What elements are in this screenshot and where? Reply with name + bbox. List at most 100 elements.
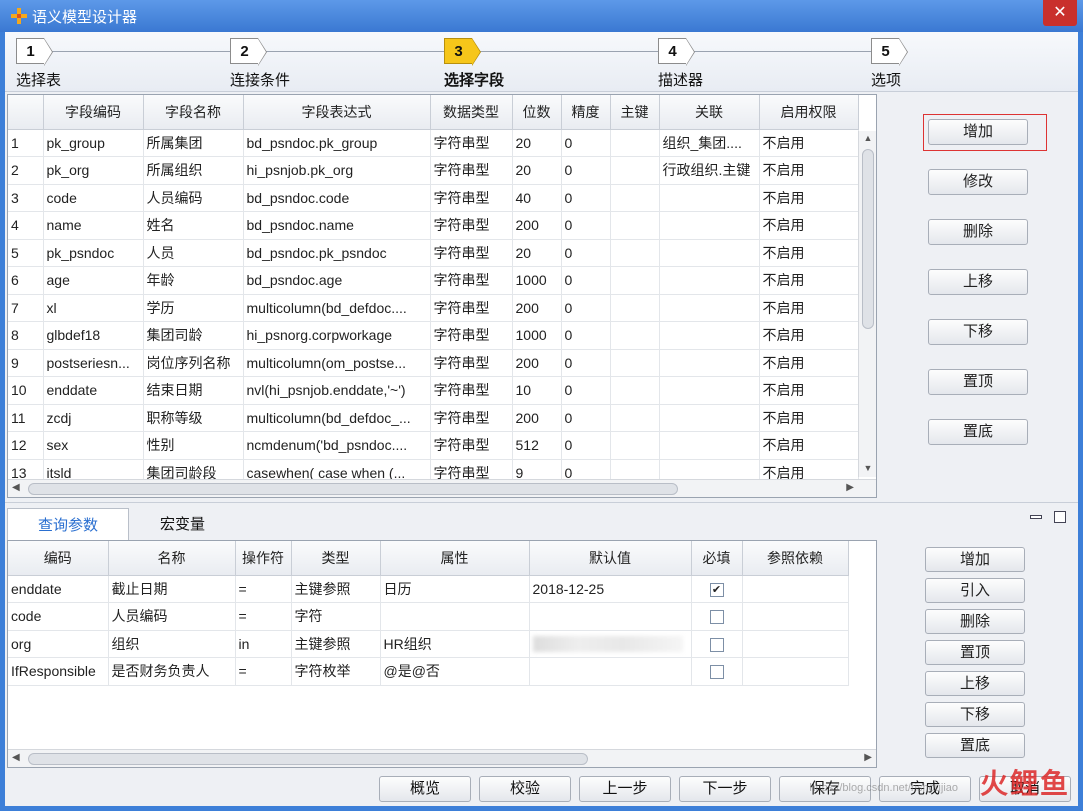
scroll-up-icon[interactable]: ▲ — [862, 133, 874, 145]
param-cell-dependency[interactable] — [742, 602, 849, 631]
table-cell[interactable]: bd_psndoc.code — [243, 184, 431, 212]
table-cell[interactable]: 所属组织 — [143, 156, 244, 185]
table-cell[interactable]: 11 — [8, 404, 44, 432]
table-cell[interactable]: 字符串型 — [430, 129, 513, 157]
table-row[interactable]: 9 postseriesn... 岗位序列名称 multicolumn(om_post… — [8, 349, 859, 377]
column-header[interactable]: 类型 — [291, 541, 381, 576]
param-cell-dependency[interactable] — [742, 657, 849, 686]
minimize-icon[interactable] — [1030, 515, 1042, 519]
table-cell[interactable]: hi_psnorg.corpworkage — [243, 321, 431, 350]
column-header[interactable]: 参照依赖 — [742, 541, 849, 576]
scroll-right-icon[interactable]: ▶ — [846, 482, 854, 493]
column-header[interactable]: 属性 — [380, 541, 530, 576]
params-horizontal-scrollbar[interactable]: ◀ ▶ — [8, 749, 876, 767]
table-cell[interactable] — [610, 239, 660, 267]
table-row[interactable]: 6 age 年龄 bd_psndoc.age 字符串型 1000 0 不启用 — [8, 266, 859, 295]
table-cell[interactable]: 不启用 — [759, 349, 859, 377]
step-1[interactable]: 1 选择表 — [16, 38, 61, 89]
param-up-button[interactable]: 上移 — [925, 671, 1025, 696]
table-cell[interactable]: pk_psndoc — [43, 239, 144, 267]
table-cell[interactable]: 不启用 — [759, 239, 859, 267]
column-header[interactable]: 精度 — [561, 95, 611, 130]
table-cell[interactable]: hi_psnjob.pk_org — [243, 156, 431, 185]
required-checkbox[interactable]: ✔ — [709, 582, 724, 597]
table-cell[interactable]: 4 — [8, 211, 44, 240]
table-row[interactable]: 12 sex 性别 ncmdenum('bd_psndoc.... 字符串型 512 0 不启… — [8, 431, 859, 460]
table-cell[interactable]: 集团司龄 — [143, 321, 244, 350]
table-cell[interactable]: 不启用 — [759, 156, 859, 185]
table-cell[interactable]: 字符串型 — [430, 239, 513, 267]
table-cell[interactable]: bd_psndoc.name — [243, 211, 431, 240]
table-cell[interactable]: postseriesn... — [43, 349, 144, 377]
table-cell[interactable]: 20 — [512, 239, 562, 267]
column-header[interactable] — [8, 95, 44, 130]
column-header[interactable]: 编码 — [8, 541, 109, 576]
table-cell[interactable] — [659, 239, 760, 267]
scroll-right-icon[interactable]: ▶ — [864, 752, 872, 763]
table-cell[interactable]: 5 — [8, 239, 44, 267]
param-cell-type[interactable]: 字符枚举 — [291, 657, 381, 686]
table-row[interactable]: 1 pk_group 所属集团 bd_psndoc.pk_group 字符串型 20 0 组织… — [8, 129, 859, 157]
table-cell[interactable]: 字符串型 — [430, 156, 513, 185]
delete-field-button[interactable]: 删除 — [928, 219, 1028, 245]
table-cell[interactable]: enddate — [43, 376, 144, 405]
table-cell[interactable]: xl — [43, 294, 144, 322]
param-bottom-button[interactable]: 置底 — [925, 733, 1025, 758]
param-cell-dependency[interactable] — [742, 630, 849, 658]
table-cell[interactable]: bd_psndoc.age — [243, 266, 431, 295]
table-cell[interactable]: multicolumn(bd_defdoc_... — [243, 404, 431, 432]
table-cell[interactable] — [610, 321, 660, 350]
table-cell[interactable] — [659, 349, 760, 377]
table-cell[interactable]: 不启用 — [759, 129, 859, 157]
table-cell[interactable]: pk_group — [43, 129, 144, 157]
table-cell[interactable]: 所属集团 — [143, 129, 244, 157]
table-row[interactable]: 5 pk_psndoc 人员 bd_psndoc.pk_psndoc 字符串型 20 0 不启… — [8, 239, 859, 267]
scroll-thumb[interactable] — [862, 149, 874, 329]
table-cell[interactable]: 字符串型 — [430, 376, 513, 405]
edit-field-button[interactable]: 修改 — [928, 169, 1028, 195]
param-cell-op[interactable]: = — [235, 657, 292, 686]
table-cell[interactable]: age — [43, 266, 144, 295]
table-cell[interactable]: 不启用 — [759, 376, 859, 405]
table-cell[interactable]: 年龄 — [143, 266, 244, 295]
param-down-button[interactable]: 下移 — [925, 702, 1025, 727]
table-cell[interactable]: code — [43, 184, 144, 212]
add-param-button[interactable]: 增加 — [925, 547, 1025, 572]
table-cell[interactable]: 20 — [512, 129, 562, 157]
table-row[interactable]: 2 pk_org 所属组织 hi_psnjob.pk_org 字符串型 20 0 行政组织.主… — [8, 156, 859, 185]
table-cell[interactable]: 结束日期 — [143, 376, 244, 405]
table-cell[interactable]: 不启用 — [759, 184, 859, 212]
table-cell[interactable] — [659, 294, 760, 322]
validate-button[interactable]: 校验 — [479, 776, 571, 802]
restore-icon[interactable] — [1054, 511, 1066, 523]
delete-param-button[interactable]: 删除 — [925, 609, 1025, 634]
step-4[interactable]: 4 描述器 — [658, 38, 703, 89]
step-5[interactable]: 5 选项 — [871, 38, 908, 89]
table-row[interactable]: 7 xl 学历 multicolumn(bd_defdoc.... 字符串型 200 0 不启… — [8, 294, 859, 322]
param-cell-name[interactable]: 人员编码 — [108, 602, 236, 631]
table-cell[interactable] — [610, 184, 660, 212]
table-cell[interactable]: 20 — [512, 156, 562, 185]
table-row[interactable]: 8 glbdef18 集团司龄 hi_psnorg.corpworkage 字符串型 10… — [8, 321, 859, 350]
table-cell[interactable]: 不启用 — [759, 404, 859, 432]
table-cell[interactable]: 0 — [561, 349, 611, 377]
table-cell[interactable]: 0 — [561, 404, 611, 432]
param-row[interactable]: org 组织 in 主键参照 HR组织 — [8, 630, 849, 658]
table-cell[interactable]: name — [43, 211, 144, 240]
move-up-button[interactable]: 上移 — [928, 269, 1028, 295]
table-cell[interactable]: 行政组织.主键 — [659, 156, 760, 185]
close-button[interactable]: ✕ — [1043, 0, 1077, 26]
table-cell[interactable]: 职称等级 — [143, 404, 244, 432]
table-cell[interactable]: 40 — [512, 184, 562, 212]
column-header[interactable]: 数据类型 — [430, 95, 513, 130]
table-cell[interactable]: 学历 — [143, 294, 244, 322]
param-cell-name[interactable]: 截止日期 — [108, 575, 236, 603]
table-row[interactable]: 4 name 姓名 bd_psndoc.name 字符串型 200 0 不启用 — [8, 211, 859, 240]
column-header[interactable]: 关联 — [659, 95, 760, 130]
table-cell[interactable] — [610, 294, 660, 322]
param-cell-code[interactable]: enddate — [8, 575, 109, 603]
param-cell-type[interactable]: 主键参照 — [291, 575, 381, 603]
table-cell[interactable] — [659, 431, 760, 460]
required-checkbox[interactable] — [709, 665, 724, 680]
table-cell[interactable] — [610, 349, 660, 377]
